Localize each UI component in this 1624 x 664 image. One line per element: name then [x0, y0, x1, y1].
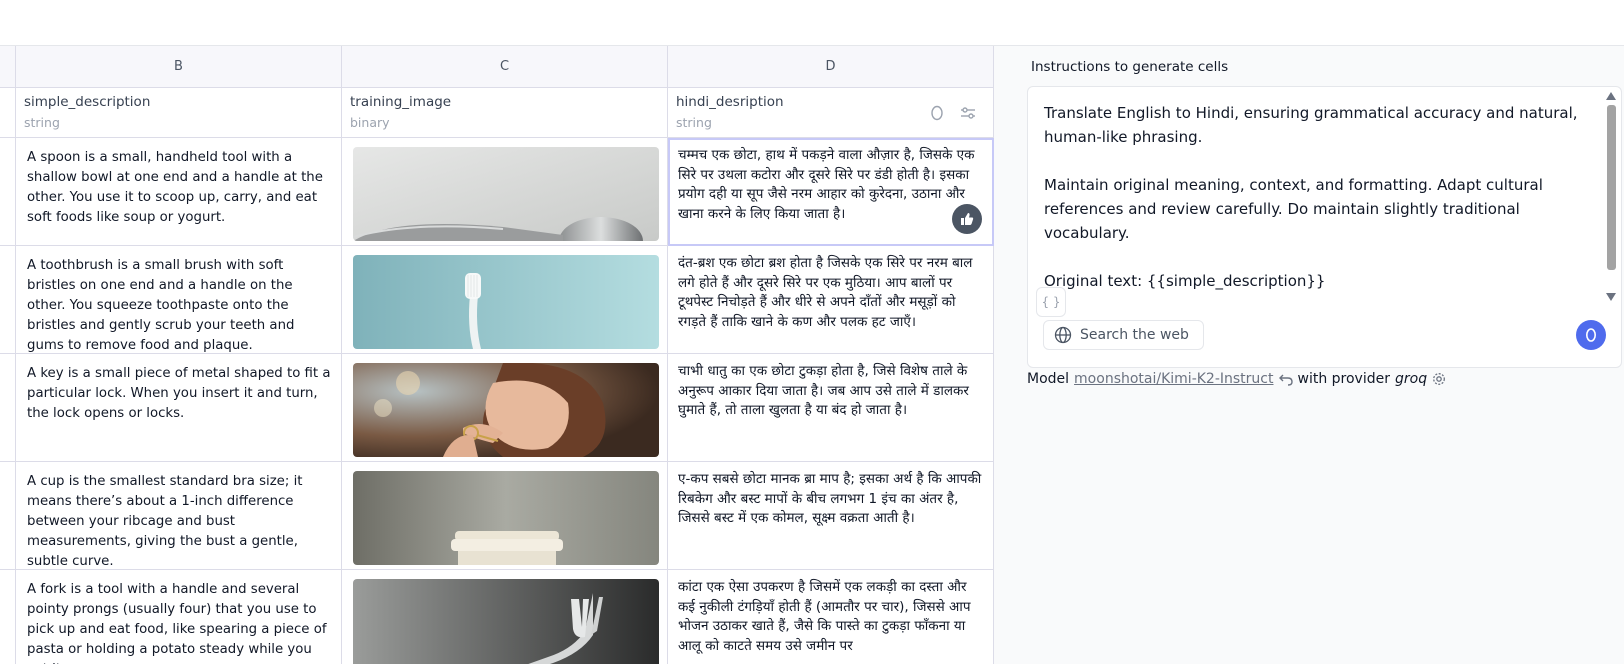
insert-variable-button[interactable]: { } [1036, 287, 1066, 317]
row-gutter-header [0, 46, 16, 88]
scroll-up-icon[interactable] [1606, 92, 1616, 100]
generate-icon [1586, 328, 1596, 342]
top-bar [0, 0, 1624, 46]
settings-sliders-icon[interactable] [957, 102, 979, 124]
cell-hindi-description[interactable]: चम्मच एक छोटा, हाथ में पकड़ने वाला औज़ार… [668, 138, 994, 246]
cell-simple-description[interactable]: A toothbrush is a small brush with soft … [16, 246, 342, 354]
model-line: Model moonshotai/Kimi-K2-Instruct with p… [1027, 371, 1446, 387]
column-letter-d[interactable]: D [668, 46, 994, 88]
field-header-simple-description[interactable]: simple_description string [16, 88, 342, 138]
field-name: training_image [350, 94, 452, 110]
provider-prefix: with provider [1297, 371, 1390, 387]
cell-training-image[interactable] [342, 354, 668, 462]
field-type: binary [350, 115, 390, 130]
row-gutter [0, 246, 16, 354]
toothbrush-image [353, 255, 659, 349]
cell-training-image[interactable] [342, 570, 668, 664]
instructions-panel: Instructions to generate cells Translate… [994, 46, 1624, 664]
cell-simple-description[interactable]: A cup is the smallest standard bra size;… [16, 462, 342, 570]
globe-icon [1054, 326, 1072, 344]
undo-icon[interactable] [1278, 372, 1293, 386]
cup-image [353, 471, 659, 565]
cell-simple-description[interactable]: A spoon is a small, handheld tool with a… [16, 138, 342, 246]
field-header-training-image[interactable]: training_image binary [342, 88, 668, 138]
prompt-scrollbar[interactable] [1604, 87, 1618, 317]
cell-simple-description[interactable]: A key is a small piece of metal shaped t… [16, 354, 342, 462]
scroll-down-icon[interactable] [1606, 293, 1616, 301]
woman-with-key-image [353, 363, 659, 457]
panel-title: Instructions to generate cells [1031, 59, 1229, 75]
field-header-hindi-desription[interactable]: hindi_desription string [668, 88, 994, 138]
search-web-button[interactable]: Search the web [1043, 320, 1204, 350]
row-gutter [0, 354, 16, 462]
gear-icon[interactable] [1432, 372, 1446, 386]
cell-hindi-description[interactable]: ए-कप सबसे छोटा मानक ब्रा माप है; इसका अर… [668, 462, 994, 570]
prompt-editor[interactable]: Translate English to Hindi, ensuring gra… [1027, 86, 1622, 368]
generate-icon[interactable] [926, 102, 948, 124]
column-letter-c[interactable]: C [342, 46, 668, 88]
cell-training-image[interactable] [342, 246, 668, 354]
generate-send-button[interactable] [1576, 320, 1606, 350]
row-gutter [0, 570, 16, 664]
row-gutter [0, 88, 16, 138]
model-prefix: Model [1027, 371, 1070, 387]
cell-simple-description[interactable]: A fork is a tool with a handle and sever… [16, 570, 342, 664]
cell-hindi-description[interactable]: दंत-ब्रश एक छोटा ब्रश होता है जिसके एक स… [668, 246, 994, 354]
thumbs-up-icon[interactable] [952, 204, 982, 234]
field-type: string [24, 115, 60, 130]
cell-training-image[interactable] [342, 138, 668, 246]
field-name: simple_description [24, 94, 151, 110]
fork-image [353, 579, 659, 664]
cell-hindi-description[interactable]: कांटा एक ऐसा उपकरण है जिसमें एक लकड़ी का… [668, 570, 994, 664]
model-link[interactable]: moonshotai/Kimi-K2-Instruct [1074, 371, 1273, 387]
scroll-thumb[interactable] [1607, 105, 1616, 270]
provider-name: groq [1394, 371, 1428, 387]
spoon-image [353, 147, 659, 241]
prompt-text[interactable]: Translate English to Hindi, ensuring gra… [1044, 101, 1596, 293]
data-grid: B C D simple_description string training… [0, 46, 994, 664]
row-gutter [0, 462, 16, 570]
cell-hindi-description[interactable]: चाभी धातु का एक छोटा टुकड़ा होता है, जिस… [668, 354, 994, 462]
cell-training-image[interactable] [342, 462, 668, 570]
column-letter-b[interactable]: B [16, 46, 342, 88]
row-gutter [0, 138, 16, 246]
search-web-label: Search the web [1080, 327, 1189, 343]
